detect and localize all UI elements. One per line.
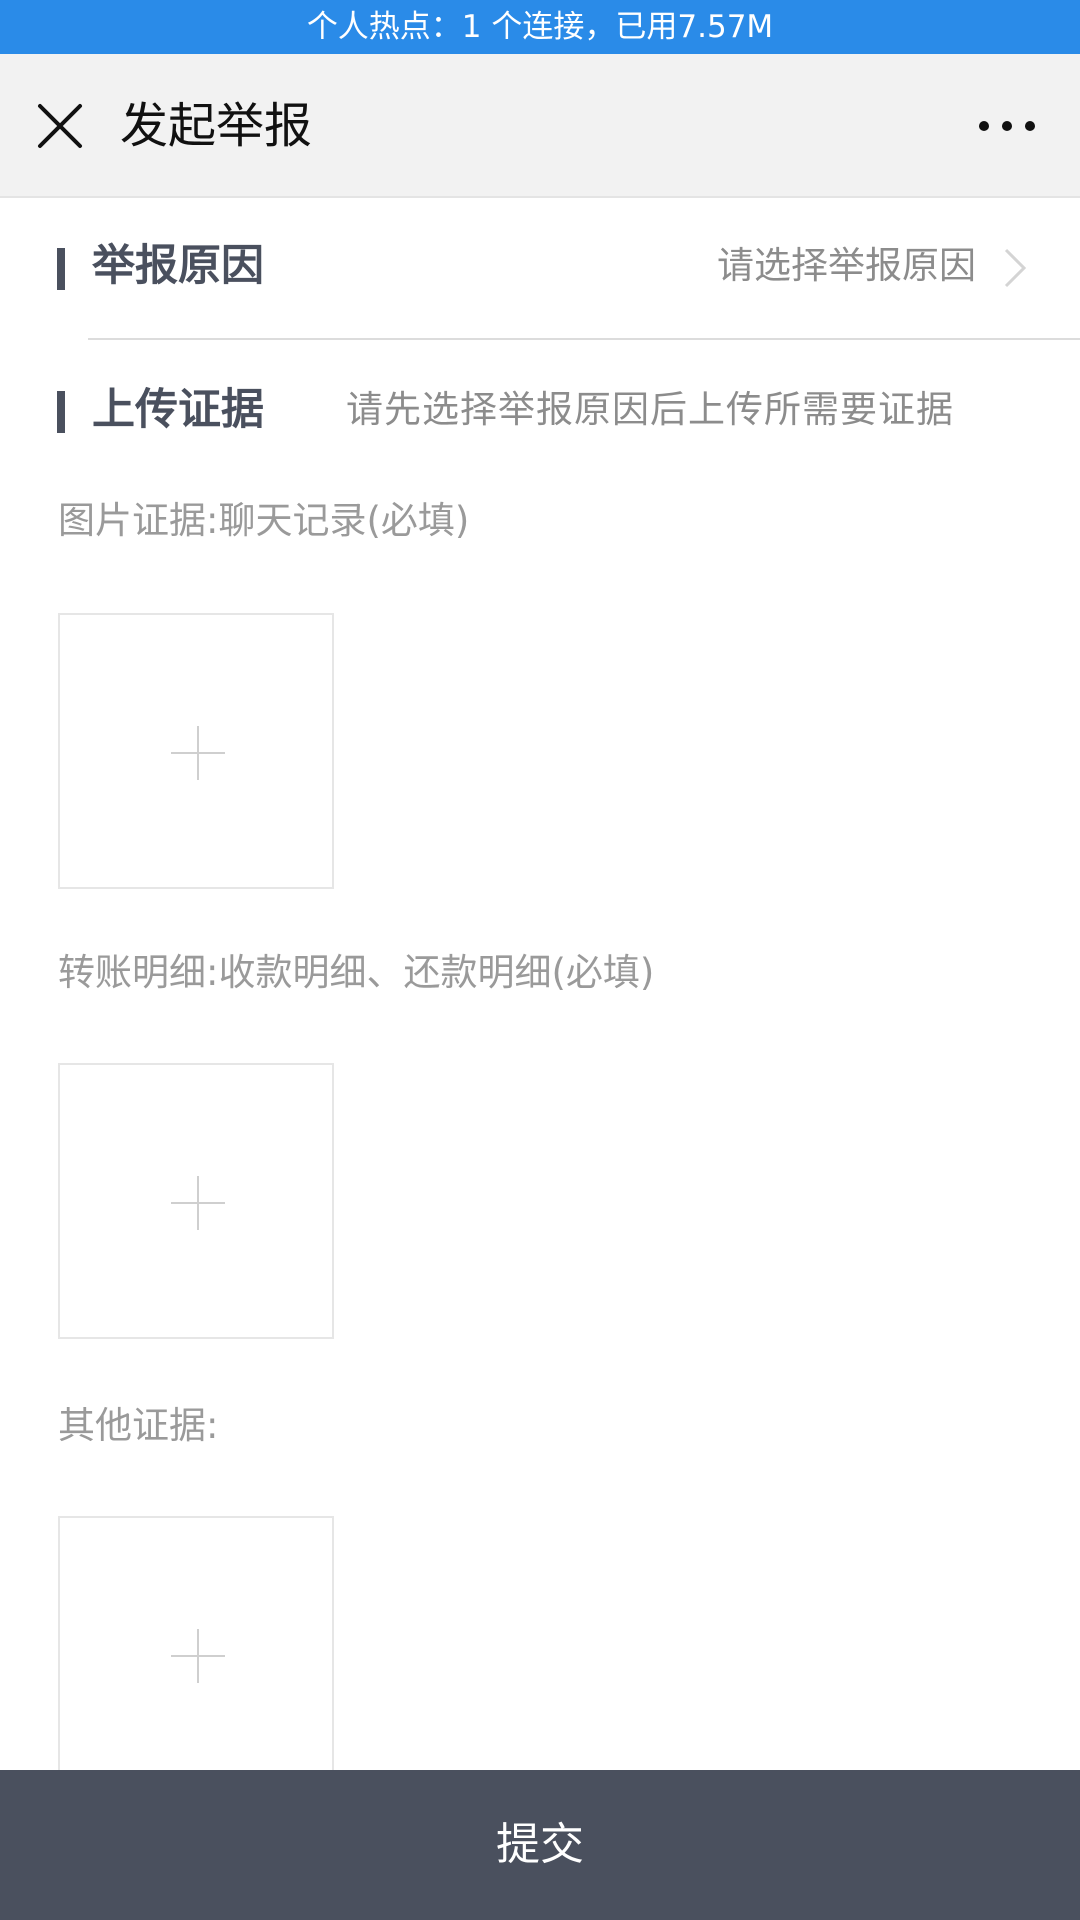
plus-icon <box>171 726 225 780</box>
submit-button[interactable]: 提交 <box>0 1770 1080 1920</box>
close-button[interactable] <box>30 96 90 156</box>
submit-button-label: 提交 <box>496 1819 584 1870</box>
more-button[interactable] <box>974 96 1040 156</box>
upload-evidence-hint: 请先选择举报原因后上传所需要证据 <box>346 388 954 431</box>
upload-chat-records-button[interactable] <box>58 613 334 889</box>
report-reason-title: 举报原因 <box>92 241 264 291</box>
divider <box>88 338 1080 340</box>
report-reason-value: 请选择举报原因 <box>717 244 976 287</box>
status-bar-text: 个人热点：1 个连接，已用7.57M <box>306 9 774 45</box>
section-accent-bar <box>57 391 65 433</box>
evidence-label-transfer-details: 转账明细:收款明细、还款明细(必填) <box>58 951 655 994</box>
upload-other-evidence-button[interactable] <box>58 1516 334 1792</box>
close-icon <box>38 104 82 148</box>
evidence-label-other: 其他证据: <box>58 1404 219 1447</box>
more-horizontal-icon <box>979 121 1035 131</box>
upload-transfer-details-button[interactable] <box>58 1063 334 1339</box>
section-accent-bar <box>57 248 65 290</box>
title-bar: 发起举报 <box>0 54 1080 198</box>
upload-evidence-title: 上传证据 <box>92 385 264 435</box>
plus-icon <box>171 1629 225 1683</box>
evidence-label-chat-records: 图片证据:聊天记录(必填) <box>58 499 470 542</box>
page-title: 发起举报 <box>120 98 313 154</box>
plus-icon <box>171 1176 225 1230</box>
chevron-right-icon <box>1004 248 1027 288</box>
status-bar: 个人热点：1 个连接，已用7.57M <box>0 0 1080 54</box>
